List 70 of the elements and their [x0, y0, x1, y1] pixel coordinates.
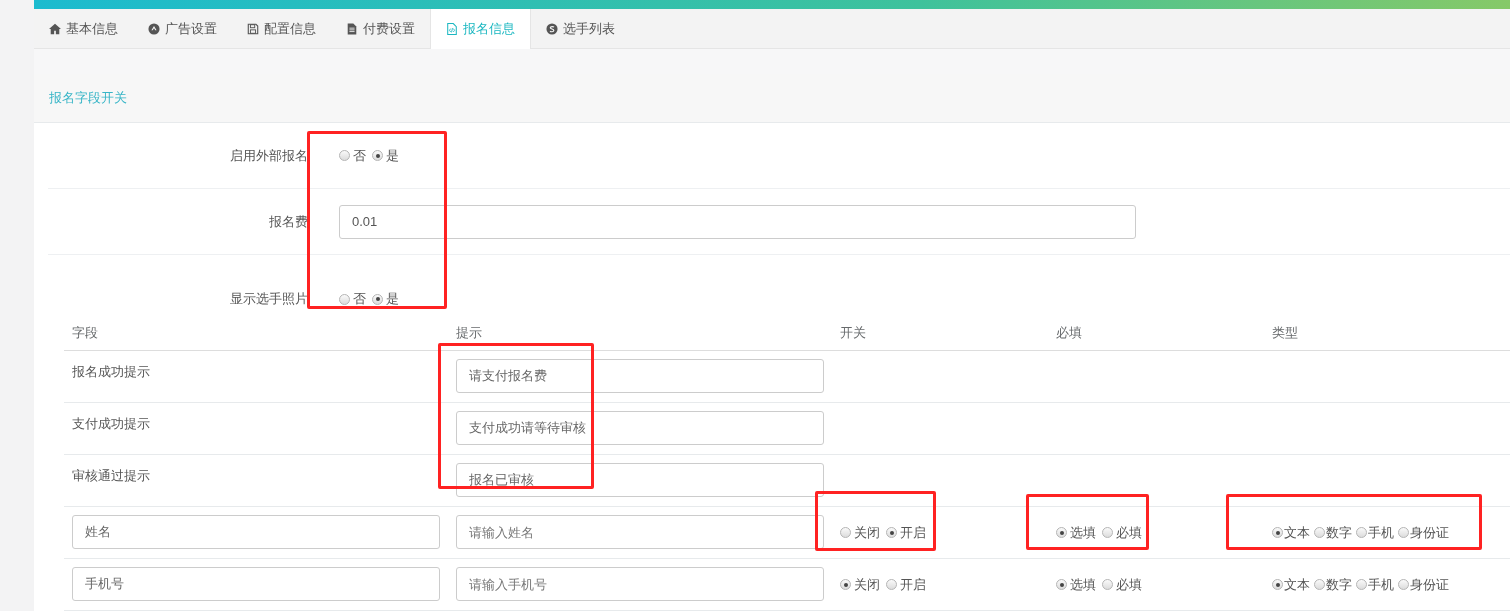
input-field[interactable]: 0.01 [339, 204, 1136, 239]
input-field[interactable]: 请输入手机号 [456, 567, 824, 601]
column-header: 提示 [455, 324, 483, 342]
radio-option[interactable]: 是 [372, 290, 399, 308]
input-field[interactable]: 姓名 [72, 515, 440, 549]
radio-button[interactable] [339, 293, 350, 305]
radio-option[interactable]: 关闭 [840, 575, 880, 594]
field-label: 报名费 [268, 212, 308, 231]
input-field[interactable]: 请输入姓名 [456, 515, 824, 549]
tab[interactable]: 配置信息 [232, 8, 331, 49]
radio-option[interactable]: 文本 [1272, 523, 1310, 542]
radio-option[interactable]: 选填 [1056, 523, 1096, 542]
radio-option[interactable]: 选填 [1056, 575, 1096, 594]
radio-button[interactable] [1314, 579, 1325, 590]
radio-option[interactable]: 开启 [886, 575, 926, 594]
input-field[interactable]: 手机号 [72, 567, 440, 601]
radio-option[interactable]: 否 [339, 290, 366, 308]
radio-option[interactable]: 数字 [1314, 523, 1352, 542]
radio-button[interactable] [1056, 527, 1067, 538]
radio-button[interactable] [840, 527, 851, 538]
radio-option[interactable]: 数字 [1314, 575, 1352, 594]
radio-button[interactable] [840, 579, 851, 590]
radio-option[interactable]: 必填 [1102, 575, 1142, 594]
tab[interactable]: 选手列表 [531, 8, 630, 49]
table-cell-text: 支付成功提示 [71, 415, 151, 433]
house-icon [49, 22, 61, 35]
radio-button[interactable] [372, 150, 383, 161]
radio-button[interactable] [1398, 579, 1409, 590]
radio-button[interactable] [886, 579, 897, 590]
field-label: 显示选手照片 [229, 290, 308, 308]
tab[interactable]: 基本信息 [34, 8, 133, 49]
arrow-circle-icon [148, 22, 160, 35]
code-file-icon [446, 22, 458, 35]
radio-button[interactable] [1356, 527, 1367, 538]
radio-button[interactable] [1314, 527, 1325, 538]
radio-option[interactable]: 关闭 [840, 523, 880, 542]
radio-option[interactable]: 开启 [886, 523, 926, 542]
input-field[interactable]: 请支付报名费 [456, 359, 824, 393]
radio-button[interactable] [1056, 579, 1067, 590]
radio-button[interactable] [1272, 579, 1283, 590]
tab[interactable]: 广告设置 [133, 8, 232, 49]
column-header: 字段 [71, 324, 99, 342]
table-cell-text: 审核通过提示 [71, 467, 151, 485]
radio-option[interactable]: 身份证 [1398, 523, 1449, 542]
radio-button[interactable] [1356, 579, 1367, 590]
radio-option[interactable]: 文本 [1272, 575, 1310, 594]
radio-option[interactable]: 是 [372, 146, 399, 165]
panel-title: 报名字段开关 [49, 89, 127, 108]
column-header: 类型 [1271, 324, 1299, 342]
radio-option[interactable]: 否 [339, 146, 366, 165]
radio-button[interactable] [1102, 579, 1113, 590]
radio-button[interactable] [886, 527, 897, 538]
table-cell-text: 报名成功提示 [71, 363, 151, 381]
document-icon [346, 22, 358, 35]
radio-option[interactable]: 必填 [1102, 523, 1142, 542]
radio-button[interactable] [1398, 527, 1409, 538]
input-field[interactable]: 报名已审核 [456, 463, 824, 497]
field-label: 启用外部报名 [229, 146, 308, 165]
tab[interactable]: 付费设置 [331, 8, 430, 49]
column-header: 必填 [1055, 324, 1083, 342]
radio-option[interactable]: 手机 [1356, 575, 1394, 594]
column-header: 开关 [839, 324, 867, 342]
radio-button[interactable] [372, 293, 383, 305]
radio-button[interactable] [339, 150, 350, 161]
radio-option[interactable]: 身份证 [1398, 575, 1449, 594]
input-field[interactable]: 支付成功请等待审核 [456, 411, 824, 445]
radio-button[interactable] [1102, 527, 1113, 538]
radio-button[interactable] [1272, 527, 1283, 538]
s-circle-icon [546, 22, 558, 35]
radio-option[interactable]: 手机 [1356, 523, 1394, 542]
